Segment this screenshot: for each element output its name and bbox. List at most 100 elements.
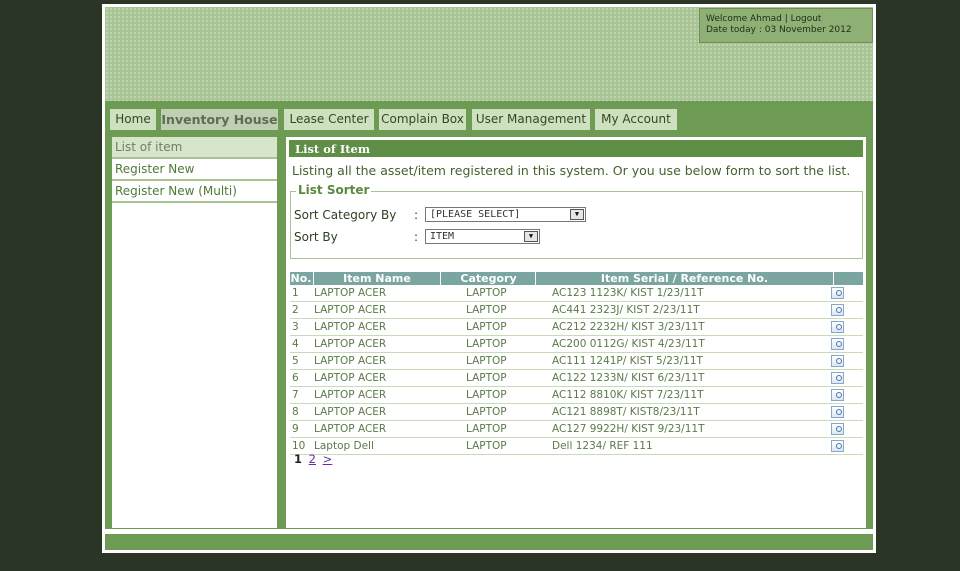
table-row: 6 LAPTOP ACER LAPTOP AC122 1233N/ KIST 6/23… [290, 370, 863, 387]
date-text: Date today : 03 November 2012 [706, 25, 852, 35]
page-frame: Welcome Ahmad | Logout Date today : 03 N… [102, 4, 876, 553]
table-row: 3 LAPTOP ACER LAPTOP AC212 2232H/ KIST 3/23… [290, 319, 863, 336]
table-row: 8 LAPTOP ACER LAPTOP AC121 8898T/ KIST8/23/… [290, 404, 863, 421]
row-no: 7 [292, 389, 299, 401]
view-detail-icon[interactable] [831, 406, 844, 418]
tab-inventory-house[interactable]: Inventory House [161, 109, 278, 130]
header-item-name: Item Name [343, 272, 411, 285]
table-body: 1 LAPTOP ACER LAPTOP AC123 1123K/ KIST 1/23… [290, 285, 863, 455]
row-category: LAPTOP [466, 355, 507, 367]
page-title: List of Item [289, 140, 863, 157]
header-no: No. [290, 272, 312, 285]
tab-lease-center[interactable]: Lease Center [284, 109, 374, 130]
row-serial: AC200 0112G/ KIST 4/23/11T [552, 338, 705, 350]
view-detail-icon[interactable] [831, 440, 844, 452]
row-serial: AC121 8898T/ KIST8/23/11T [552, 406, 700, 418]
tab-user-management[interactable]: User Management [472, 109, 590, 130]
sort-by-label: Sort By [294, 230, 338, 244]
row-item-name: LAPTOP ACER [314, 423, 387, 435]
sort-category-label: Sort Category By [294, 208, 397, 222]
row-item-name: LAPTOP ACER [314, 321, 387, 333]
page-description: Listing all the asset/item registered in… [292, 163, 851, 178]
tab-my-account[interactable]: My Account [595, 109, 677, 130]
row-item-name: LAPTOP ACER [314, 389, 387, 401]
sort-by-row: Sort By : ITEM ▼ [294, 229, 540, 244]
row-serial: AC127 9922H/ KIST 9/23/11T [552, 423, 705, 435]
welcome-box: Welcome Ahmad | Logout Date today : 03 N… [699, 8, 873, 43]
table-row: 5 LAPTOP ACER LAPTOP AC111 1241P/ KIST 5/23… [290, 353, 863, 370]
sidebar-item-register-new[interactable]: Register New [112, 159, 277, 181]
table-header: No. Item Name Category Item Serial / Ref… [290, 272, 863, 285]
view-detail-icon[interactable] [831, 338, 844, 350]
sort-by-value: ITEM [430, 231, 455, 242]
sort-category-row: Sort Category By : [PLEASE SELECT] ▼ [294, 207, 586, 222]
row-no: 5 [292, 355, 299, 367]
row-category: LAPTOP [466, 406, 507, 418]
row-item-name: LAPTOP ACER [314, 355, 387, 367]
chevron-down-icon[interactable]: ▼ [524, 231, 538, 242]
row-serial: AC122 1233N/ KIST 6/23/11T [552, 372, 705, 384]
sort-category-select[interactable]: [PLEASE SELECT] ▼ [425, 207, 586, 222]
body-area: List of item Register New Register New (… [105, 132, 873, 529]
row-serial: AC212 2232H/ KIST 3/23/11T [552, 321, 705, 333]
site-header: Welcome Ahmad | Logout Date today : 03 N… [105, 7, 873, 101]
row-no: 3 [292, 321, 299, 333]
row-serial: AC123 1123K/ KIST 1/23/11T [552, 287, 704, 299]
view-detail-icon[interactable] [831, 321, 844, 333]
view-detail-icon[interactable] [831, 304, 844, 316]
view-detail-icon[interactable] [831, 389, 844, 401]
row-category: LAPTOP [466, 304, 507, 316]
row-category: LAPTOP [466, 321, 507, 333]
row-no: 10 [292, 440, 306, 452]
row-category: LAPTOP [466, 287, 507, 299]
row-no: 1 [292, 287, 299, 299]
view-detail-icon[interactable] [831, 355, 844, 367]
item-table: No. Item Name Category Item Serial / Ref… [290, 272, 863, 455]
sidebar: List of item Register New Register New (… [112, 137, 277, 528]
row-serial: Dell 1234/ REF 111 [552, 440, 653, 452]
main-panel: List of Item Listing all the asset/item … [286, 137, 866, 528]
header-category: Category [460, 272, 517, 285]
row-serial: AC441 2323J/ KIST 2/23/11T [552, 304, 700, 316]
row-item-name: LAPTOP ACER [314, 406, 387, 418]
row-item-name: LAPTOP ACER [314, 304, 387, 316]
header-serial: Item Serial / Reference No. [600, 272, 769, 285]
page-link-next[interactable]: > [323, 452, 333, 466]
row-serial: AC111 1241P/ KIST 5/23/11T [552, 355, 703, 367]
view-detail-icon[interactable] [831, 287, 844, 299]
sort-by-select[interactable]: ITEM ▼ [425, 229, 540, 244]
row-category: LAPTOP [466, 389, 507, 401]
table-row: 4 LAPTOP ACER LAPTOP AC200 0112G/ KIST 4/23… [290, 336, 863, 353]
row-item-name: LAPTOP ACER [314, 338, 387, 350]
list-sorter: List Sorter Sort Category By : [PLEASE S… [290, 183, 863, 259]
row-serial: AC112 8810K/ KIST 7/23/11T [552, 389, 704, 401]
row-category: LAPTOP [466, 338, 507, 350]
view-detail-icon[interactable] [831, 372, 844, 384]
sidebar-item-list-of-item[interactable]: List of item [112, 137, 277, 159]
sidebar-item-register-new-multi[interactable]: Register New (Multi) [112, 181, 277, 203]
row-category: LAPTOP [466, 440, 507, 452]
page-link-2[interactable]: 2 [309, 452, 316, 466]
table-row: 10 Laptop Dell LAPTOP Dell 1234/ REF 111 [290, 438, 863, 455]
pagination: 1 2 > [294, 452, 332, 466]
welcome-text: Welcome Ahmad | Logout [706, 14, 822, 24]
tab-complain-box[interactable]: Complain Box [379, 109, 466, 130]
table-row: 1 LAPTOP ACER LAPTOP AC123 1123K/ KIST 1/23… [290, 285, 863, 302]
row-item-name: LAPTOP ACER [314, 287, 387, 299]
row-no: 6 [292, 372, 299, 384]
page-current: 1 [294, 452, 303, 466]
table-row: 2 LAPTOP ACER LAPTOP AC441 2323J/ KIST 2/23… [290, 302, 863, 319]
row-no: 2 [292, 304, 299, 316]
list-sorter-legend: List Sorter [296, 183, 372, 197]
row-category: LAPTOP [466, 423, 507, 435]
table-row: 9 LAPTOP ACER LAPTOP AC127 9922H/ KIST 9/23… [290, 421, 863, 438]
row-no: 9 [292, 423, 299, 435]
tab-home[interactable]: Home [110, 109, 156, 130]
chevron-down-icon[interactable]: ▼ [570, 209, 584, 220]
row-no: 4 [292, 338, 299, 350]
sort-category-value: [PLEASE SELECT] [430, 209, 521, 220]
row-item-name: LAPTOP ACER [314, 372, 387, 384]
footer-bar [105, 534, 873, 550]
view-detail-icon[interactable] [831, 423, 844, 435]
row-category: LAPTOP [466, 372, 507, 384]
